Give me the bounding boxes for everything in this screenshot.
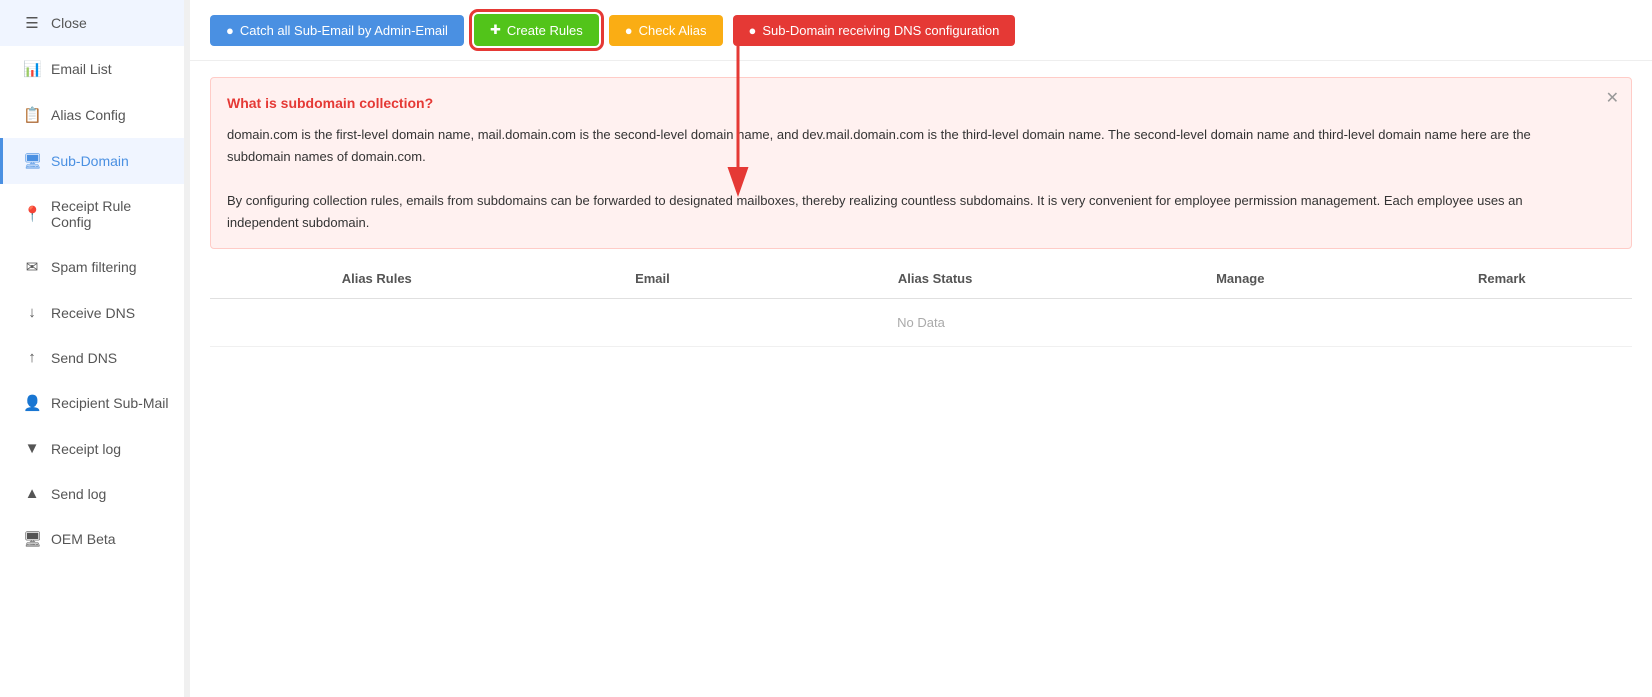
toolbar-wrapper: ● Catch all Sub-Email by Admin-Email ✚ C… [190,0,1652,61]
sidebar-icon-receipt-log: ▼ [23,440,41,457]
sidebar-item-spam-filtering[interactable]: ✉ Spam filtering [0,244,189,290]
sidebar-label-email-list: Email List [51,61,112,77]
banner-line2: By configuring collection rules, emails … [227,190,1595,234]
sidebar-item-receive-dns[interactable]: ↓ Receive DNS [0,290,189,335]
col-alias-status: Alias Status [761,259,1109,299]
sidebar-label-receipt-rule-config: Receipt Rule Config [51,198,169,230]
col-manage: Manage [1109,259,1372,299]
sidebar-item-send-log[interactable]: ▲ Send log [0,471,189,516]
sidebar-item-close[interactable]: ☰ Close [0,0,189,46]
sub-domain-dns-label: Sub-Domain receiving DNS configuration [762,23,999,38]
sidebar-icon-sub-domain: 🖥 [23,152,41,170]
sidebar-label-send-dns: Send DNS [51,350,117,366]
sidebar-label-alias-config: Alias Config [51,107,126,123]
sidebar-label-close: Close [51,15,87,31]
catch-all-button[interactable]: ● Catch all Sub-Email by Admin-Email [210,15,464,46]
sidebar-item-receipt-rule-config[interactable]: 📍 Receipt Rule Config [0,184,189,244]
info-banner: What is subdomain collection? domain.com… [210,77,1632,249]
sidebar-item-oem-beta[interactable]: 🖥 OEM Beta [0,516,189,562]
col-email: Email [544,259,762,299]
sidebar-icon-receive-dns: ↓ [23,304,41,321]
sidebar-item-sub-domain[interactable]: 🖥 Sub-Domain [0,138,189,184]
banner-close-button[interactable]: ✕ [1606,88,1619,108]
create-rules-label: Create Rules [507,23,583,38]
sub-domain-dns-button[interactable]: ● Sub-Domain receiving DNS configuration [733,15,1016,46]
table-header-row: Alias Rules Email Alias Status Manage Re… [210,259,1632,299]
sidebar: ☰ Close 📊 Email List 📋 Alias Config 🖥 Sub-Domai… [0,0,190,697]
table-empty-row: No Data [210,299,1632,347]
sidebar-icon-send-dns: ↑ [23,349,41,366]
sidebar-label-receive-dns: Receive DNS [51,305,135,321]
sidebar-label-spam-filtering: Spam filtering [51,259,137,275]
col-remark: Remark [1372,259,1632,299]
sidebar-icon-email-list: 📊 [23,60,41,78]
sub-domain-dns-icon: ● [749,23,757,38]
content-area: What is subdomain collection? domain.com… [190,61,1652,697]
sidebar-icon-oem-beta: 🖥 [23,530,41,548]
col-alias-rules: Alias Rules [210,259,544,299]
check-alias-label: Check Alias [639,23,707,38]
catch-all-label: Catch all Sub-Email by Admin-Email [240,23,448,38]
sidebar-icon-alias-config: 📋 [23,106,41,124]
sidebar-icon-send-log: ▲ [23,485,41,502]
sidebar-icon-spam-filtering: ✉ [23,258,41,276]
sidebar-label-recipient-sub-mail: Recipient Sub-Mail [51,395,169,411]
sidebar-item-recipient-sub-mail[interactable]: 👤 Recipient Sub-Mail [0,380,189,426]
sidebar-label-send-log: Send log [51,486,106,502]
data-table: Alias Rules Email Alias Status Manage Re… [210,259,1632,347]
sidebar-label-sub-domain: Sub-Domain [51,153,129,169]
sidebar-icon-recipient-sub-mail: 👤 [23,394,41,412]
sidebar-item-alias-config[interactable]: 📋 Alias Config [0,92,189,138]
sidebar-item-receipt-log[interactable]: ▼ Receipt log [0,426,189,471]
banner-line1: domain.com is the first-level domain nam… [227,124,1595,168]
catch-all-icon: ● [226,23,234,38]
sidebar-item-send-dns[interactable]: ↑ Send DNS [0,335,189,380]
check-alias-icon: ● [625,23,633,38]
main-content: ● Catch all Sub-Email by Admin-Email ✚ C… [190,0,1652,697]
sidebar-icon-receipt-rule-config: 📍 [23,205,41,223]
banner-title: What is subdomain collection? [227,92,1595,116]
table-area: Alias Rules Email Alias Status Manage Re… [210,259,1632,347]
create-rules-icon: ✚ [490,22,501,38]
sidebar-item-email-list[interactable]: 📊 Email List [0,46,189,92]
check-alias-button[interactable]: ● Check Alias [609,15,723,46]
create-rules-button[interactable]: ✚ Create Rules [474,14,599,46]
table-empty-text: No Data [210,299,1632,347]
sidebar-label-oem-beta: OEM Beta [51,531,116,547]
toolbar: ● Catch all Sub-Email by Admin-Email ✚ C… [190,0,1652,61]
sidebar-icon-close: ☰ [23,14,41,32]
sidebar-label-receipt-log: Receipt log [51,441,121,457]
